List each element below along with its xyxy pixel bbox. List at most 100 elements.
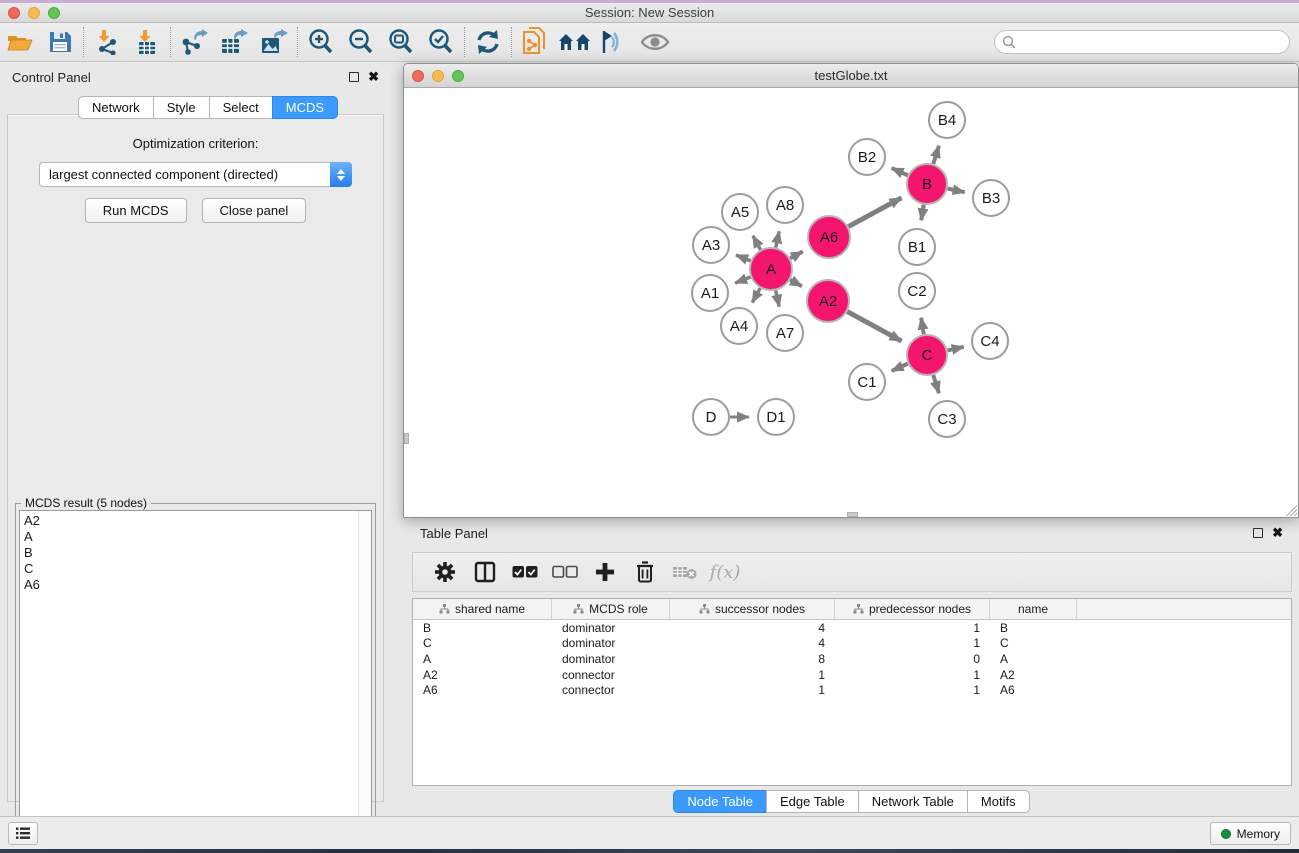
- cell-shared-name[interactable]: A: [413, 652, 552, 666]
- table-row[interactable]: A6connector11A6: [413, 682, 1291, 698]
- result-item[interactable]: A2: [24, 513, 371, 529]
- delete-column-button[interactable]: [627, 556, 663, 588]
- tab-edge-table[interactable]: Edge Table: [766, 790, 859, 813]
- cell-name[interactable]: A2: [990, 668, 1077, 682]
- column-header-successor-nodes[interactable]: successor nodes: [670, 599, 835, 619]
- hide-details-button[interactable]: [595, 25, 635, 59]
- export-image-button[interactable]: [254, 25, 294, 59]
- cell-shared-name[interactable]: C: [413, 636, 552, 650]
- tab-select[interactable]: Select: [209, 96, 273, 119]
- deselect-all-button[interactable]: [547, 556, 583, 588]
- zoom-selected-button[interactable]: [421, 25, 461, 59]
- cell-predecessor-nodes[interactable]: 1: [835, 621, 990, 635]
- network-canvas[interactable]: B4B2BB3A5A8A6A3AB1A1C2A2A4A7C4CC1C3DD1: [404, 88, 1298, 517]
- edge-A-A1[interactable]: [735, 277, 750, 283]
- horizontal-scroll-nub[interactable]: [847, 512, 858, 517]
- mcds-result-list[interactable]: A2ABCA6: [19, 510, 372, 838]
- edge-A-A3[interactable]: [736, 255, 751, 261]
- result-item[interactable]: B: [24, 545, 371, 561]
- float-panel-icon[interactable]: [349, 72, 359, 82]
- show-columns-button[interactable]: [467, 556, 503, 588]
- column-header-MCDS-role[interactable]: MCDS role: [552, 599, 670, 619]
- cell-successor-nodes[interactable]: 4: [670, 636, 835, 650]
- network-graph[interactable]: B4B2BB3A5A8A6A3AB1A1C2A2A4A7C4CC1C3DD1: [404, 88, 1298, 517]
- edge-C-C1[interactable]: [892, 364, 908, 371]
- edge-B-B2[interactable]: [892, 168, 908, 175]
- cell-predecessor-nodes[interactable]: 1: [835, 683, 990, 697]
- tab-node-table[interactable]: Node Table: [673, 790, 767, 813]
- cell-MCDS-role[interactable]: dominator: [552, 636, 670, 650]
- node-table[interactable]: shared nameMCDS rolesuccessor nodesprede…: [412, 598, 1292, 786]
- result-item[interactable]: A6: [24, 577, 371, 593]
- zoom-fit-button[interactable]: [381, 25, 421, 59]
- tab-mcds[interactable]: MCDS: [272, 96, 338, 119]
- refresh-button[interactable]: [468, 25, 508, 59]
- close-table-panel-icon[interactable]: ✖: [1272, 528, 1283, 538]
- home-button[interactable]: [555, 25, 595, 59]
- cell-MCDS-role[interactable]: dominator: [552, 621, 670, 635]
- show-details-button[interactable]: [635, 25, 675, 59]
- table-header-row[interactable]: shared nameMCDS rolesuccessor nodesprede…: [413, 599, 1291, 620]
- export-network-button[interactable]: [174, 25, 214, 59]
- result-scrollbar[interactable]: [358, 511, 371, 837]
- cell-MCDS-role[interactable]: connector: [552, 683, 670, 697]
- zoom-in-button[interactable]: [301, 25, 341, 59]
- cell-name[interactable]: B: [990, 621, 1077, 635]
- resize-grip[interactable]: [1284, 503, 1297, 516]
- function-builder-button[interactable]: f(x): [707, 556, 743, 588]
- float-table-panel-icon[interactable]: [1253, 528, 1263, 538]
- edge-A-A7[interactable]: [776, 290, 780, 306]
- table-row[interactable]: Bdominator41B: [413, 620, 1291, 636]
- tab-network[interactable]: Network: [78, 96, 154, 119]
- result-item[interactable]: A: [24, 529, 371, 545]
- edge-A2-C[interactable]: [847, 312, 901, 342]
- zoom-out-button[interactable]: [341, 25, 381, 59]
- table-row[interactable]: A2connector11A2: [413, 667, 1291, 683]
- table-row[interactable]: Cdominator41C: [413, 636, 1291, 652]
- column-header-predecessor-nodes[interactable]: predecessor nodes: [835, 599, 990, 619]
- cell-shared-name[interactable]: A2: [413, 668, 552, 682]
- edge-A-A8[interactable]: [776, 231, 780, 247]
- cell-name[interactable]: A6: [990, 683, 1077, 697]
- export-table-button[interactable]: [214, 25, 254, 59]
- network-window-titlebar[interactable]: testGlobe.txt: [404, 64, 1298, 88]
- table-settings-button[interactable]: [427, 556, 463, 588]
- table-body[interactable]: Bdominator41BCdominator41CAdominator80AA…: [413, 620, 1291, 698]
- cell-shared-name[interactable]: B: [413, 621, 552, 635]
- tab-style[interactable]: Style: [153, 96, 210, 119]
- table-row[interactable]: Adominator80A: [413, 651, 1291, 667]
- edge-A-A5[interactable]: [753, 236, 761, 250]
- network-from-file-button[interactable]: [515, 25, 555, 59]
- cell-shared-name[interactable]: A6: [413, 683, 552, 697]
- vertical-scroll-nub[interactable]: [404, 433, 409, 444]
- edge-B-B4[interactable]: [933, 146, 939, 164]
- edge-B-B3[interactable]: [948, 188, 965, 192]
- cell-successor-nodes[interactable]: 8: [670, 652, 835, 666]
- criterion-dropdown[interactable]: largest connected component (directed): [39, 162, 352, 187]
- search-input[interactable]: [994, 30, 1290, 54]
- run-mcds-button[interactable]: Run MCDS: [85, 198, 187, 223]
- tab-network-table[interactable]: Network Table: [858, 790, 968, 813]
- cell-predecessor-nodes[interactable]: 0: [835, 652, 990, 666]
- cell-MCDS-role[interactable]: connector: [552, 668, 670, 682]
- edge-A6-B[interactable]: [848, 198, 901, 227]
- edge-A-A6[interactable]: [790, 251, 802, 258]
- close-panel-button[interactable]: Close panel: [202, 198, 307, 223]
- delete-table-button[interactable]: [667, 556, 703, 588]
- cell-predecessor-nodes[interactable]: 1: [835, 636, 990, 650]
- edge-C-C2[interactable]: [921, 318, 924, 335]
- open-file-button[interactable]: [0, 25, 40, 59]
- column-header-shared-name[interactable]: shared name: [413, 599, 552, 619]
- close-panel-icon[interactable]: ✖: [368, 72, 379, 82]
- add-column-button[interactable]: [587, 556, 623, 588]
- memory-button[interactable]: Memory: [1210, 822, 1291, 845]
- column-header-name[interactable]: name: [990, 599, 1077, 619]
- select-all-button[interactable]: [507, 556, 543, 588]
- cell-name[interactable]: C: [990, 636, 1077, 650]
- show-panel-button[interactable]: [8, 822, 38, 845]
- result-item[interactable]: C: [24, 561, 371, 577]
- edge-A-A4[interactable]: [752, 288, 760, 302]
- cell-successor-nodes[interactable]: 1: [670, 668, 835, 682]
- cell-name[interactable]: A: [990, 652, 1077, 666]
- save-session-button[interactable]: [40, 25, 80, 59]
